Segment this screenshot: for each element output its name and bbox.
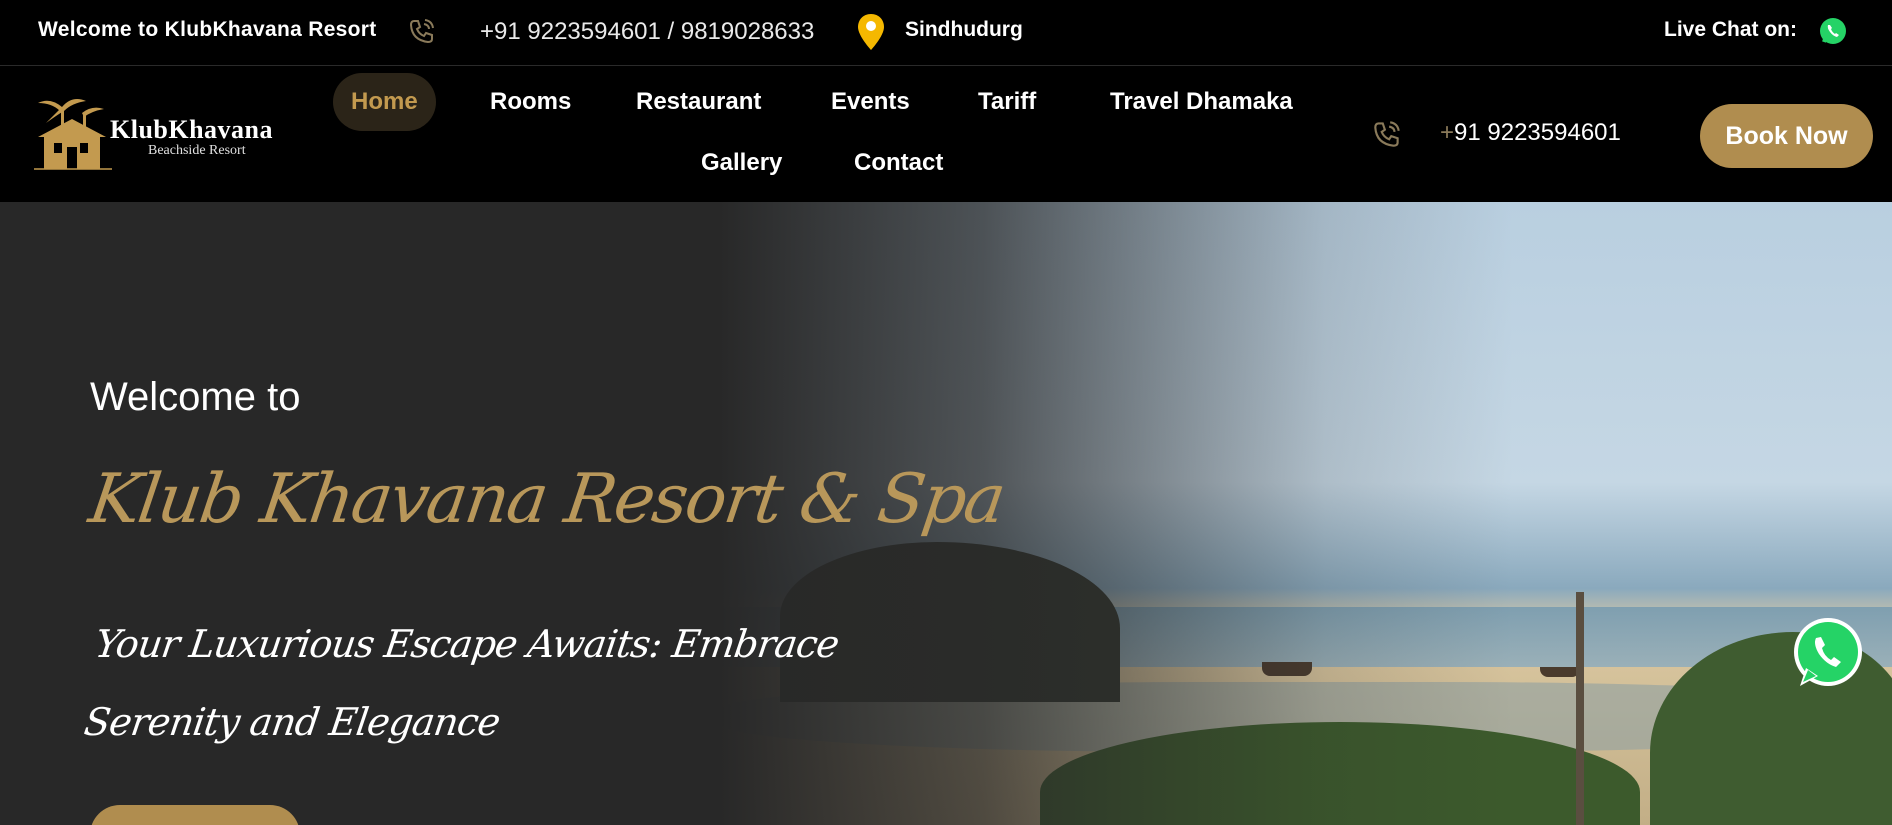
top-bar: Welcome to KlubKhavana Resort +91 922359…	[0, 0, 1892, 66]
main-navbar: KlubKhavana Beachside Resort Home Rooms …	[0, 67, 1892, 202]
top-phone-numbers[interactable]: +91 9223594601 / 9819028633	[480, 18, 814, 46]
nav-contact[interactable]: Contact	[836, 134, 961, 192]
book-now-button[interactable]: Book Now	[1700, 104, 1873, 168]
logo-tagline: Beachside Resort	[148, 143, 246, 158]
logo-name: KlubKhavana	[110, 115, 274, 144]
hero-welcome-text: Welcome to	[90, 375, 301, 419]
nav-tariff[interactable]: Tariff	[960, 73, 1054, 131]
nav-rooms[interactable]: Rooms	[472, 73, 589, 131]
location-pin-icon	[858, 14, 884, 50]
phone-icon	[409, 19, 434, 44]
nav-travel-dhamaka[interactable]: Travel Dhamaka	[1092, 73, 1311, 131]
nav-phone-number[interactable]: +91 9223594601	[1440, 119, 1621, 147]
phone-plus-sign: +	[1440, 119, 1455, 146]
phone-digits: 91 9223594601	[1454, 119, 1621, 146]
nav-restaurant[interactable]: Restaurant	[618, 73, 779, 131]
hero-tagline: Your Luxurious Escape Awaits: Embrace Se…	[81, 622, 842, 744]
nav-home[interactable]: Home	[333, 73, 436, 131]
phone-icon	[1374, 121, 1400, 147]
nav-gallery[interactable]: Gallery	[683, 134, 800, 192]
whatsapp-icon[interactable]	[1790, 616, 1866, 692]
nav-events[interactable]: Events	[813, 73, 928, 131]
welcome-text: Welcome to KlubKhavana Resort	[38, 18, 377, 41]
live-chat-label: Live Chat on:	[1664, 18, 1798, 41]
hero-cta-button[interactable]	[90, 805, 300, 825]
hero-title: Klub Khavana Resort & Spa	[84, 460, 1009, 539]
location-text: Sindhudurg	[905, 18, 1023, 41]
whatsapp-icon[interactable]	[1818, 16, 1848, 46]
